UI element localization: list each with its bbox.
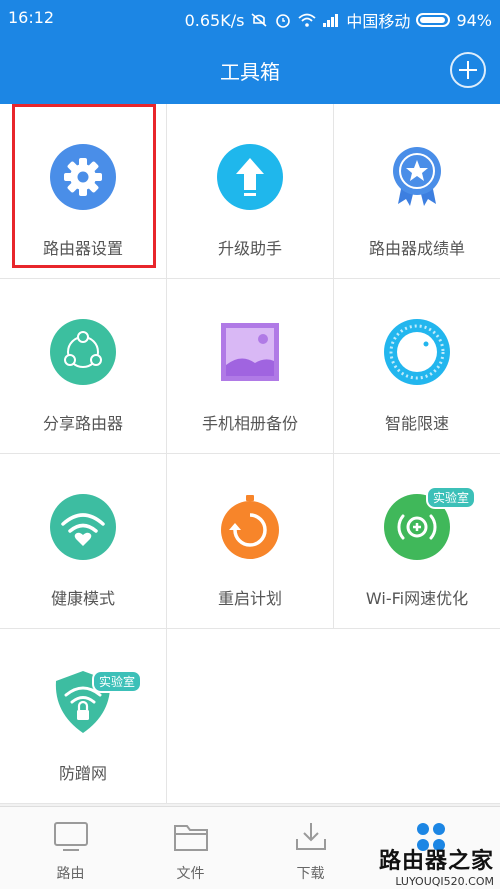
status-bar: 16:12 0.65K/s 中国移动 94% bbox=[0, 0, 500, 36]
carrier-name: 中国移动 bbox=[346, 12, 411, 31]
title-bar: 工具箱 bbox=[0, 36, 500, 104]
watermark-url: LUYOUQI520.COM bbox=[395, 875, 494, 888]
tool-label: 路由器成绩单 bbox=[368, 239, 465, 258]
tool-anti-freeload[interactable]: 实验室 防蹭网 bbox=[0, 629, 166, 803]
lab-badge: 实验室 bbox=[92, 670, 143, 693]
share-icon bbox=[50, 319, 116, 385]
wifi-icon bbox=[298, 13, 317, 27]
page-title: 工具箱 bbox=[220, 60, 280, 84]
nav-tab-download[interactable]: 下载 bbox=[248, 807, 373, 889]
alarm-icon bbox=[276, 14, 291, 28]
signal-icon bbox=[323, 14, 339, 27]
download-icon bbox=[295, 823, 326, 850]
nav-label: 下载 bbox=[296, 866, 325, 882]
tool-label: 防蹭网 bbox=[58, 764, 107, 783]
empty-cell bbox=[167, 629, 500, 803]
monitor-icon bbox=[53, 822, 88, 851]
nav-label: 路由 bbox=[56, 866, 85, 882]
photo-icon bbox=[221, 323, 279, 381]
tool-router-report[interactable]: 路由器成绩单 bbox=[334, 104, 500, 278]
tool-router-settings[interactable]: 路由器设置 bbox=[0, 104, 166, 278]
add-button[interactable] bbox=[450, 52, 486, 88]
lab-badge: 实验室 bbox=[426, 486, 477, 509]
tool-share-router[interactable]: 分享路由器 bbox=[0, 279, 166, 453]
status-time: 16:12 bbox=[8, 8, 55, 27]
watermark: 路由器之家 LUYOUQI520.COM bbox=[379, 843, 494, 888]
tool-label: 智能限速 bbox=[384, 414, 449, 433]
battery-icon bbox=[416, 13, 451, 27]
nav-tab-files[interactable]: 文件 bbox=[128, 807, 253, 889]
medal-icon bbox=[393, 147, 441, 206]
network-speed: 0.65K/s bbox=[184, 10, 245, 30]
tools-grid: 路由器设置 升级助手 路由器成绩单 分享路由器 手机相册备份 智能限速 健康模式… bbox=[0, 104, 500, 804]
gear-icon bbox=[50, 144, 116, 210]
tool-smart-speed-limit[interactable]: 智能限速 bbox=[334, 279, 500, 453]
tool-label: 路由器设置 bbox=[42, 239, 123, 258]
tool-label: Wi-Fi网速优化 bbox=[365, 589, 469, 608]
status-right: 0.65K/s 中国移动 94% bbox=[185, 8, 492, 32]
tool-upgrade-assistant[interactable]: 升级助手 bbox=[167, 104, 333, 278]
restart-timer-icon bbox=[221, 495, 279, 559]
tool-label: 分享路由器 bbox=[42, 414, 123, 433]
wifi-heart-icon bbox=[50, 494, 116, 560]
tool-health-mode[interactable]: 健康模式 bbox=[0, 454, 166, 628]
battery-percent: 94% bbox=[456, 10, 492, 30]
nav-tab-router[interactable]: 路由 bbox=[8, 807, 133, 889]
mute-icon bbox=[251, 13, 267, 27]
tool-wifi-speed-optimize[interactable]: 实验室 Wi-Fi网速优化 bbox=[334, 454, 500, 628]
tool-label: 健康模式 bbox=[50, 589, 115, 608]
tool-restart-schedule[interactable]: 重启计划 bbox=[167, 454, 333, 628]
folder-icon bbox=[173, 825, 208, 851]
upgrade-arrow-icon bbox=[217, 144, 283, 210]
tool-label: 重启计划 bbox=[217, 589, 282, 608]
tool-label: 手机相册备份 bbox=[201, 414, 298, 433]
watermark-title: 路由器之家 bbox=[378, 849, 494, 874]
nav-label: 文件 bbox=[176, 866, 205, 882]
tool-label: 升级助手 bbox=[217, 239, 282, 258]
tool-photo-backup[interactable]: 手机相册备份 bbox=[167, 279, 333, 453]
speed-dial-icon bbox=[384, 319, 450, 385]
